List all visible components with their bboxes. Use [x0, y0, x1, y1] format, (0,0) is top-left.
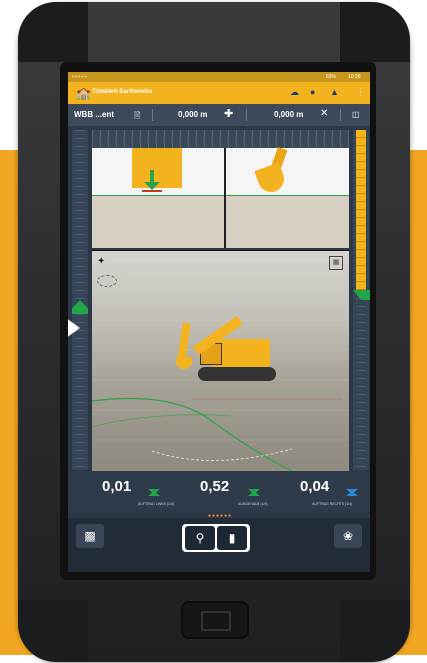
bucket-side [254, 162, 288, 196]
trimble-logo-icon: 🏫 [76, 86, 91, 100]
close-icon[interactable]: ✕ [320, 108, 328, 119]
vertical-offset[interactable]: 0,000 m [178, 110, 207, 119]
app-bar: 🏫 Trimble® Earthworks ☁ ● ▲ ⋮ [68, 82, 370, 104]
status-bar: ▪ ▪ ▪ ▪ ▪ 83% 10:28 [68, 72, 370, 82]
cut-indicator [356, 130, 366, 294]
top-guidance-band [92, 130, 349, 148]
settings-button[interactable]: ▩ [76, 524, 104, 548]
layers-icon[interactable]: ◫ [352, 110, 360, 119]
readout-left-value: 0,01 [102, 478, 132, 495]
bottom-button-bar: ▩ ⚲ ▮ ❀ [68, 518, 370, 572]
design-surface-line [92, 195, 224, 196]
cutting-edge-marker [142, 190, 162, 192]
bucket-mode-button[interactable]: ▮ [217, 526, 247, 550]
crosshair-plus-icon[interactable]: ✚ [224, 107, 233, 120]
cloud-icon[interactable]: ☁ [290, 87, 299, 98]
machine-tool-button[interactable]: ❀ [334, 524, 362, 548]
zoom-extents-icon[interactable]: ▦ [329, 256, 343, 270]
mode-toggle: ⚲ ▮ [182, 524, 250, 552]
readout-bar: 0,01 AUFTRAG LINKS (1/4) 0,52 AUSGEHALB … [68, 472, 370, 510]
status-icons: ▪ ▪ ▪ ▪ ▪ [72, 74, 87, 80]
horizontal-offset[interactable]: 0,000 m [274, 110, 303, 119]
readout-center-label: AUSGEHALB (1/4) [238, 502, 268, 506]
status-time: 10:28 [348, 74, 361, 80]
bumper-top-right [340, 2, 410, 62]
user-icon[interactable]: ▲ [330, 87, 339, 97]
profile-view[interactable] [226, 146, 349, 248]
design-surface-line [226, 195, 349, 196]
guidance-mode-button[interactable]: ⚲ [185, 526, 215, 550]
on-grade-icon [248, 482, 260, 496]
menu-icon[interactable]: ⋮ [356, 87, 365, 98]
on-grade-marker [353, 290, 370, 300]
file-icon[interactable]: 🗎 [134, 110, 140, 124]
readout-left-label: AUFTRAG LINKS (1/4) [138, 502, 174, 506]
front-view[interactable] [92, 148, 226, 248]
left-guidance-bar [68, 130, 88, 470]
on-grade-icon [148, 482, 160, 496]
readout-right-value: 0,04 [300, 478, 330, 495]
camera-icon[interactable]: ✦ [97, 256, 109, 268]
right-guidance-bar [353, 130, 370, 470]
bell-icon[interactable]: ● [310, 87, 315, 97]
level-pointer [68, 318, 80, 338]
app-title: Trimble® Earthworks [92, 89, 153, 95]
design-toolbar: WBB ...ent 🗎 0,000 m ✚ 0,000 m ✕ ◫ [68, 104, 370, 126]
excavator-tracks [198, 367, 276, 381]
readout-center-value: 0,52 [200, 478, 230, 495]
3d-plan-view[interactable]: ✦ ▦ [92, 250, 349, 471]
readout-right-label: AUFTRAG RECHTS (1/4) [312, 502, 353, 506]
design-name[interactable]: WBB ...ent [74, 110, 114, 119]
screen: ▪ ▪ ▪ ▪ ▪ 83% 10:28 🏫 Trimble® Earthwork… [68, 72, 370, 572]
fill-icon [346, 482, 358, 496]
surface-icon[interactable] [97, 275, 117, 287]
battery-text: 83% [326, 74, 337, 80]
home-button[interactable] [181, 601, 249, 639]
bumper-top-left [18, 2, 88, 62]
